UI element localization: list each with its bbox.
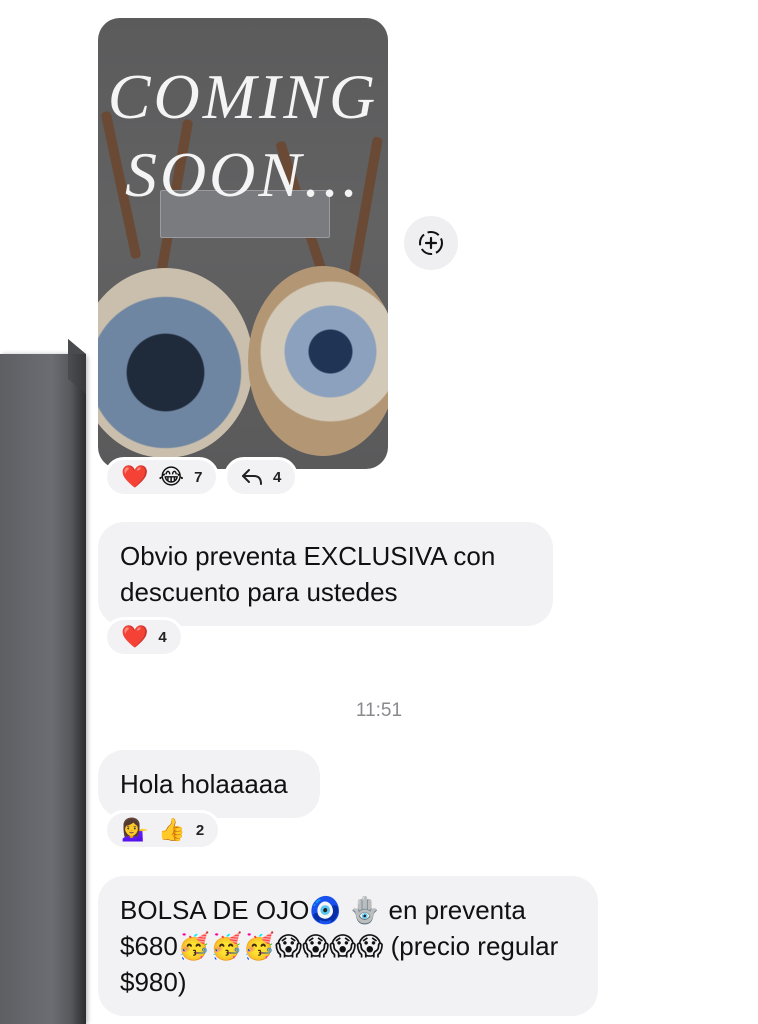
reaction-count: 4 bbox=[158, 628, 167, 646]
reaction-count: 2 bbox=[195, 821, 205, 839]
message-bubble[interactable]: Obvio preventa EXCLUSIVA con descuento p… bbox=[98, 522, 553, 626]
message-text: Obvio preventa EXCLUSIVA con descuento p… bbox=[120, 541, 496, 607]
side-panel-edge bbox=[68, 338, 86, 394]
reply-arrow-icon bbox=[242, 469, 262, 485]
heart-emoji: ❤️ bbox=[121, 464, 149, 489]
heart-emoji: ❤️ bbox=[121, 624, 149, 649]
message-bubble[interactable]: Hola holaaaaa bbox=[98, 750, 320, 818]
bag-image-left bbox=[98, 268, 253, 458]
bag-image-right bbox=[248, 266, 388, 456]
story-title-line2: SOON... bbox=[124, 139, 362, 210]
message-text: BOLSA DE OJO🧿 🪬 en preventa $680🥳🥳🥳😱😱😱😱 … bbox=[120, 895, 559, 997]
story-reply-card[interactable]: COMING SOON... bbox=[98, 18, 388, 469]
message-text: Hola holaaaaa bbox=[120, 769, 288, 799]
message-reactions-pill[interactable]: 💁‍♀️ 👍 2 bbox=[104, 810, 222, 850]
message-reactions-pill[interactable]: ❤️ 4 bbox=[104, 617, 184, 657]
story-title-line1: COMING bbox=[107, 61, 379, 132]
timestamp: 11:51 bbox=[355, 700, 403, 721]
message-bubble[interactable]: BOLSA DE OJO🧿 🪬 en preventa $680🥳🥳🥳😱😱😱😱 … bbox=[98, 876, 598, 1016]
thumbs-up-emoji: 👍 bbox=[158, 817, 186, 842]
add-to-story-button[interactable] bbox=[404, 216, 458, 270]
laughing-emoji: 😂 bbox=[158, 464, 185, 489]
woman-tipping-hand-emoji: 💁‍♀️ bbox=[121, 817, 149, 842]
reaction-count: 7 bbox=[194, 468, 203, 486]
add-circle-icon bbox=[419, 231, 443, 255]
side-panel-overlay bbox=[0, 338, 86, 1024]
reply-count: 4 bbox=[273, 468, 282, 486]
story-replies-pill[interactable]: 4 bbox=[224, 457, 299, 497]
story-reactions-pill[interactable]: ❤️ 😂 7 bbox=[104, 457, 220, 497]
